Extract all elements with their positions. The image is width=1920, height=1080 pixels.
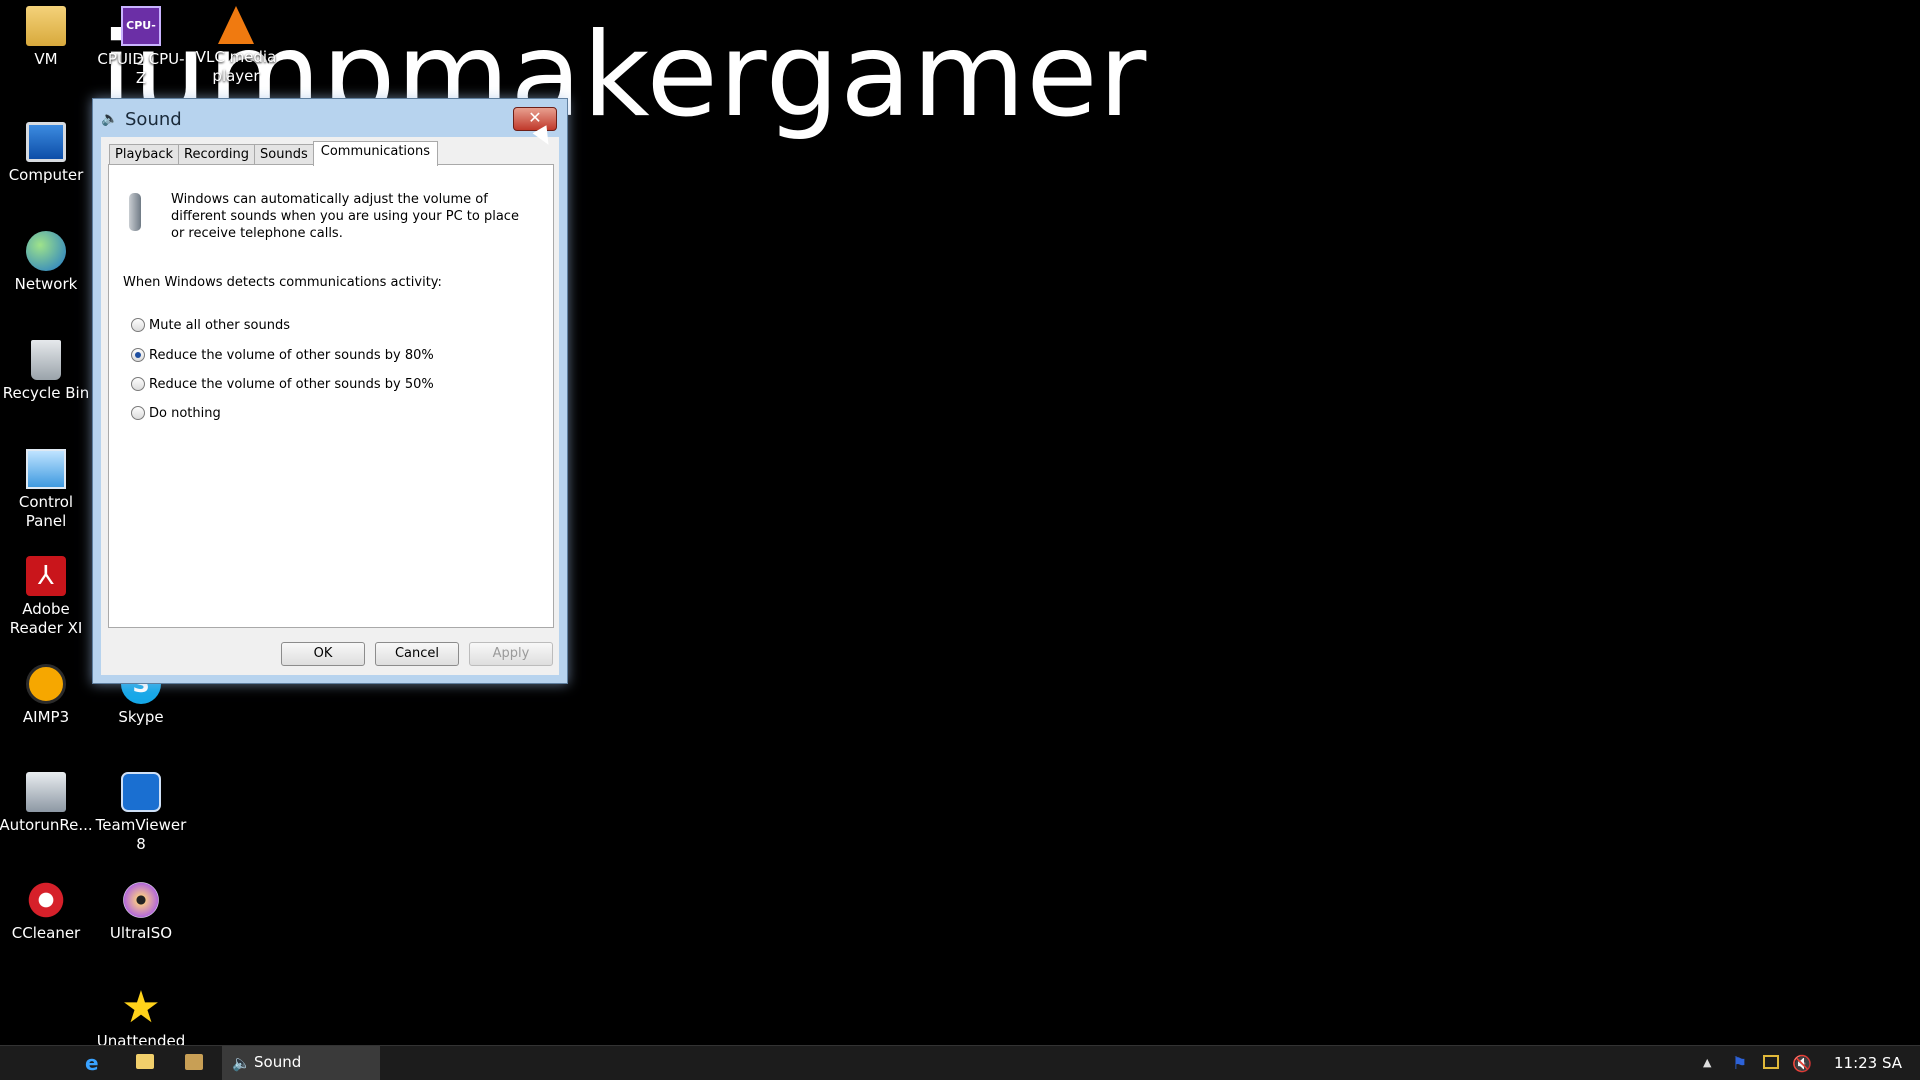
ccleaner-icon	[26, 880, 66, 920]
tab-sounds[interactable]: Sounds	[254, 144, 314, 165]
desktop-icon-vlc[interactable]: VLC media player	[188, 6, 284, 86]
desktop-icon-cpuz[interactable]: CPU-Z CPUID CPU-Z	[93, 6, 189, 88]
cancel-button[interactable]: Cancel	[375, 642, 459, 666]
internet-explorer-icon[interactable]: e	[85, 1053, 99, 1073]
desktop-icon-label: AIMP3	[22, 708, 70, 726]
ok-button[interactable]: OK	[281, 642, 365, 666]
sound-dialog: 🔈 Sound ✕ Playback Recording Sounds Comm…	[92, 98, 568, 684]
recycle-bin-icon	[31, 340, 61, 380]
description-text: Windows can automatically adjust the vol…	[171, 192, 519, 241]
tab-communications[interactable]: Communications	[312, 141, 439, 166]
option-reduce-50[interactable]: Reduce the volume of other sounds by 50%	[131, 376, 434, 394]
speaker-icon: 🔈	[101, 111, 119, 127]
option-label: Mute all other sounds	[149, 318, 291, 333]
action-center-flag-icon[interactable]: ⚑	[1732, 1054, 1747, 1074]
taskbar-item-label: Sound	[254, 1053, 302, 1071]
desktop-icon-label: Control Panel	[18, 493, 74, 530]
display-icon[interactable]	[1763, 1055, 1779, 1069]
desktop-icon-label: CCleaner	[11, 924, 81, 942]
network-icon	[26, 231, 66, 271]
desktop-icon-label: Network	[14, 275, 78, 293]
tab-playback[interactable]: Playback	[109, 144, 180, 165]
taskbar: e 🔈 Sound ▲ ⚑ 🔇 11:23 SA	[0, 1045, 1920, 1080]
desktop-icon-label: Skype	[118, 708, 164, 726]
aimp-icon	[26, 664, 66, 704]
desktop-icon-ultraiso[interactable]: UltraISO	[93, 880, 189, 943]
option-reduce-80[interactable]: Reduce the volume of other sounds by 80%	[131, 347, 434, 365]
adobe-reader-icon: ⅄	[26, 556, 66, 596]
clock[interactable]: 11:23 SA	[1834, 1054, 1902, 1072]
dialog-titlebar[interactable]: 🔈 Sound ✕	[93, 99, 567, 137]
option-label: Do nothing	[149, 406, 221, 421]
desktop-icon-label: TeamViewer 8	[95, 816, 187, 853]
desktop-icon-label: Adobe Reader XI	[9, 600, 83, 637]
tab-strip: Playback Recording Sounds Communications	[109, 141, 439, 166]
close-icon: ✕	[528, 108, 542, 127]
activity-label: When Windows detects communications acti…	[123, 275, 442, 290]
radio-button-selected[interactable]	[131, 347, 145, 362]
desktop-icon-label: CPUID CPU-Z	[97, 50, 185, 87]
desktop-icon-label: Recycle Bin	[2, 384, 90, 402]
desktop-icon-label: AutorunRe...	[0, 816, 93, 834]
desktop-icon-label: VLC media player	[195, 48, 277, 85]
option-do-nothing[interactable]: Do nothing	[131, 405, 221, 423]
option-label: Reduce the volume of other sounds by 50%	[149, 377, 434, 392]
volume-muted-icon[interactable]: 🔇	[1792, 1054, 1812, 1073]
star-icon: ★	[121, 982, 161, 1033]
desktop-icon-teamviewer[interactable]: TeamViewer 8	[93, 772, 189, 854]
tab-recording[interactable]: Recording	[178, 144, 256, 165]
desktop-icon-ccleaner[interactable]: CCleaner	[0, 880, 94, 943]
desktop-icon-computer[interactable]: Computer	[0, 122, 94, 185]
desktop-icon-network[interactable]: Network	[0, 231, 94, 294]
desktop-icon-recycle-bin[interactable]: Recycle Bin	[0, 340, 94, 403]
radio-button[interactable]	[131, 405, 145, 420]
media-player-icon[interactable]	[185, 1054, 203, 1070]
autorun-icon	[26, 772, 66, 812]
file-explorer-icon[interactable]	[136, 1054, 154, 1069]
desktop-icon-control-panel[interactable]: Control Panel	[0, 449, 94, 531]
desktop-icon-aimp[interactable]: AIMP3	[0, 664, 94, 727]
dialog-client: Playback Recording Sounds Communications…	[101, 137, 559, 675]
cpuz-icon: CPU-Z	[121, 6, 161, 68]
desktop-icon-label: Computer	[8, 166, 84, 184]
tray-expand-icon[interactable]: ▲	[1703, 1056, 1711, 1069]
close-button[interactable]: ✕	[513, 107, 557, 131]
control-panel-icon	[26, 449, 66, 489]
desktop-icon-adobe-reader[interactable]: ⅄ Adobe Reader XI	[0, 556, 94, 638]
desktop-icon-autorun[interactable]: AutorunRe...	[0, 772, 94, 835]
computer-icon	[26, 122, 66, 162]
desktop-icon-label: VM	[34, 50, 58, 68]
taskbar-item-sound[interactable]: 🔈 Sound	[222, 1046, 380, 1080]
vlc-icon	[218, 6, 254, 44]
desktop-icon-label: UltraISO	[109, 924, 173, 942]
telephone-icon	[129, 193, 141, 231]
option-mute-all[interactable]: Mute all other sounds	[131, 317, 290, 335]
option-label: Reduce the volume of other sounds by 80%	[149, 348, 434, 363]
folder-icon	[26, 6, 66, 46]
teamviewer-icon	[121, 772, 161, 812]
dialog-title: Sound	[125, 109, 182, 130]
desktop-icon-vm[interactable]: VM	[0, 6, 94, 69]
apply-button[interactable]: Apply	[469, 642, 553, 666]
speaker-icon: 🔈	[232, 1054, 251, 1072]
desktop-icon-unattended[interactable]: ★ Unattended	[93, 982, 189, 1051]
radio-button[interactable]	[131, 317, 145, 332]
communications-panel: Windows can automatically adjust the vol…	[108, 164, 554, 628]
ultraiso-icon	[121, 880, 161, 920]
radio-button[interactable]	[131, 376, 145, 391]
